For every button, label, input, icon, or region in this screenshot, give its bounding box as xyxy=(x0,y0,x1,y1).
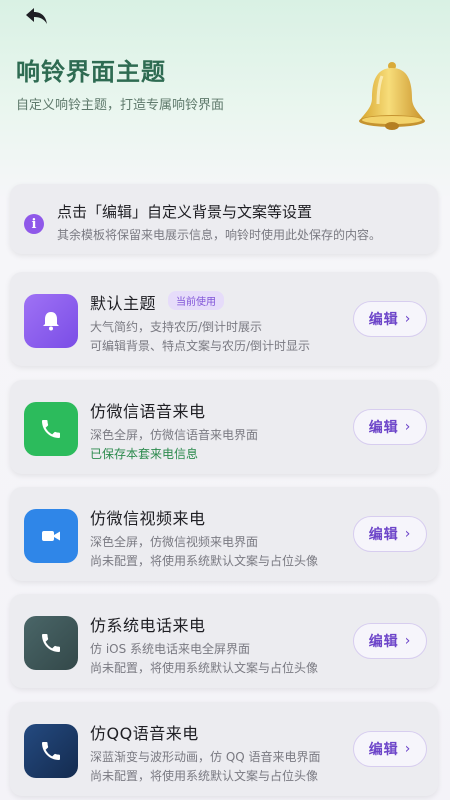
phone-icon xyxy=(42,634,60,652)
theme-card-default[interactable]: 默认主题 当前使用 大气简约，支持农历/倒计时展示 可编辑背景、特点文案与农历/… xyxy=(10,272,438,366)
chevron-right-icon: › xyxy=(404,633,412,649)
bell-icon xyxy=(43,312,59,331)
theme-status: 尚未配置，将使用系统默认文案与占位头像 xyxy=(90,769,319,783)
theme-name: 默认主题 xyxy=(90,294,157,313)
theme-card-qq-voice[interactable]: 仿QQ语音来电 深蓝渐变与波形动画，仿 QQ 语音来电界面 尚未配置，将使用系统… xyxy=(10,702,438,796)
theme-description: 深色全屏，仿微信语音来电界面 xyxy=(90,428,259,442)
info-card: i 点击「编辑」自定义背景与文案等设置 其余模板将保留来电展示信息，响铃时使用此… xyxy=(10,184,438,254)
edit-button[interactable]: 编辑 › xyxy=(353,516,427,552)
edit-button[interactable]: 编辑 › xyxy=(353,623,427,659)
edit-button[interactable]: 编辑 › xyxy=(353,409,427,445)
phone-icon xyxy=(42,742,60,760)
theme-status: 尚未配置，将使用系统默认文案与占位头像 xyxy=(90,554,319,568)
theme-name: 仿QQ语音来电 xyxy=(90,724,199,743)
info-description: 其余模板将保留来电展示信息，响铃时使用此处保存的内容。 xyxy=(57,228,382,242)
edit-button-label: 编辑 xyxy=(368,312,399,328)
theme-card-wechat-voice[interactable]: 仿微信语音来电 深色全屏，仿微信语音来电界面 已保存本套来电信息 编辑 › xyxy=(10,380,438,474)
chevron-right-icon: › xyxy=(404,526,412,542)
page-subtitle: 自定义响铃主题，打造专属响铃界面 xyxy=(16,98,225,113)
bell-illustration-icon xyxy=(359,62,425,130)
theme-name: 仿系统电话来电 xyxy=(90,616,206,635)
theme-card-wechat-video[interactable]: 仿微信视频来电 深色全屏，仿微信视频来电界面 尚未配置，将使用系统默认文案与占位… xyxy=(10,487,438,581)
theme-status: 可编辑背景、特点文案与农历/倒计时显示 xyxy=(90,339,311,353)
back-arrow-icon xyxy=(26,8,47,24)
phone-icon xyxy=(42,420,60,438)
info-icon: i xyxy=(24,214,44,234)
theme-description: 深蓝渐变与波形动画，仿 QQ 语音来电界面 xyxy=(90,750,321,764)
edit-button-label: 编辑 xyxy=(368,634,399,650)
theme-card-system-call[interactable]: 仿系统电话来电 仿 iOS 系统电话来电全屏界面 尚未配置，将使用系统默认文案与… xyxy=(10,594,438,688)
current-theme-badge: 当前使用 xyxy=(168,291,224,310)
info-title: 点击「编辑」自定义背景与文案等设置 xyxy=(57,203,313,221)
theme-icon-box xyxy=(24,509,78,563)
theme-icon-box xyxy=(24,402,78,456)
chevron-right-icon: › xyxy=(404,419,412,435)
theme-icon-box xyxy=(24,724,78,778)
theme-description: 大气简约，支持农历/倒计时展示 xyxy=(90,320,263,334)
edit-button-label: 编辑 xyxy=(368,420,399,436)
page-title: 响铃界面主题 xyxy=(16,58,166,86)
edit-button-label: 编辑 xyxy=(368,742,399,758)
chevron-right-icon: › xyxy=(404,311,412,327)
theme-icon-box xyxy=(24,616,78,670)
chevron-right-icon: › xyxy=(404,741,412,757)
theme-status: 尚未配置，将使用系统默认文案与占位头像 xyxy=(90,661,319,675)
theme-description: 深色全屏，仿微信视频来电界面 xyxy=(90,535,259,549)
video-icon xyxy=(42,531,60,541)
theme-icon-box xyxy=(24,294,78,348)
theme-description: 仿 iOS 系统电话来电全屏界面 xyxy=(90,642,251,656)
edit-button[interactable]: 编辑 › xyxy=(353,731,427,767)
edit-button[interactable]: 编辑 › xyxy=(353,301,427,337)
back-button[interactable] xyxy=(24,4,54,28)
theme-name: 仿微信视频来电 xyxy=(90,509,206,528)
theme-status: 已保存本套来电信息 xyxy=(90,447,199,461)
theme-name: 仿微信语音来电 xyxy=(90,402,206,421)
edit-button-label: 编辑 xyxy=(368,527,399,543)
